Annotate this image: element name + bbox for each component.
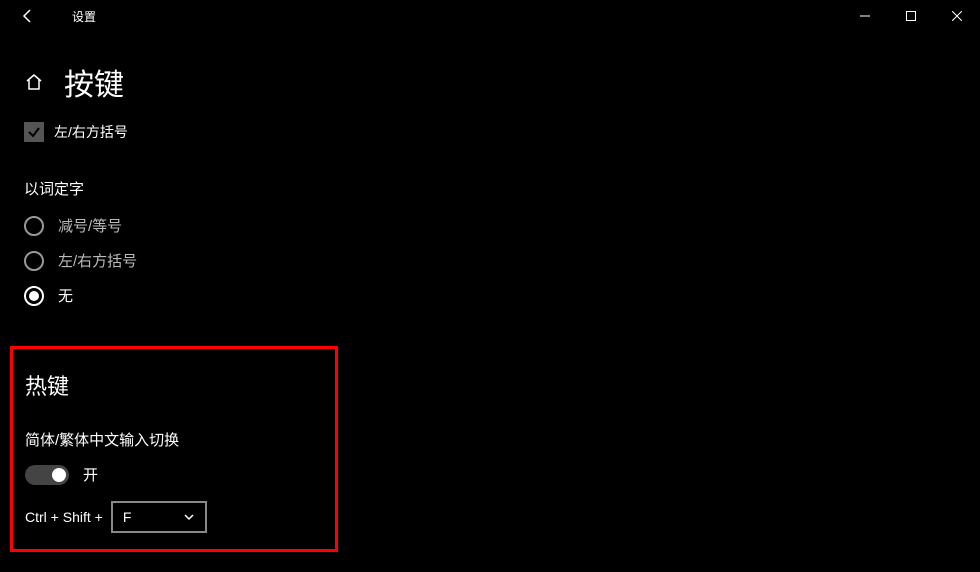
hotkey-dropdown[interactable]: F bbox=[111, 501, 207, 533]
radio-option-brackets[interactable]: 左/右方括号 bbox=[24, 250, 956, 271]
radio-option-minus-equals[interactable]: 减号/等号 bbox=[24, 215, 956, 236]
hotkey-section-title: 热键 bbox=[25, 369, 323, 401]
radio-label: 左/右方括号 bbox=[58, 250, 137, 271]
radio-option-none[interactable]: 无 bbox=[24, 285, 956, 306]
hotkey-section-highlight: 热键 简体/繁体中文输入切换 开 Ctrl + Shift + F bbox=[10, 346, 338, 552]
brackets-checkbox-row[interactable]: 左/右方括号 bbox=[24, 122, 956, 142]
radio-label: 减号/等号 bbox=[58, 215, 122, 236]
minimize-icon bbox=[860, 11, 870, 21]
chevron-down-icon bbox=[183, 511, 195, 523]
window-controls bbox=[842, 0, 980, 32]
switch-label: 简体/繁体中文输入切换 bbox=[25, 429, 323, 450]
word-select-label: 以词定字 bbox=[24, 178, 956, 199]
radio-label: 无 bbox=[58, 285, 73, 306]
radio-button[interactable] bbox=[24, 286, 44, 306]
page-title: 按键 bbox=[64, 60, 124, 104]
toggle-row: 开 bbox=[25, 464, 323, 485]
close-button[interactable] bbox=[934, 0, 980, 32]
home-icon[interactable] bbox=[24, 72, 44, 92]
minimize-button[interactable] bbox=[842, 0, 888, 32]
toggle-knob bbox=[52, 468, 66, 482]
radio-button[interactable] bbox=[24, 216, 44, 236]
check-icon bbox=[27, 125, 41, 139]
maximize-icon bbox=[906, 11, 916, 21]
page-header: 按键 bbox=[24, 60, 956, 104]
toggle-state-label: 开 bbox=[83, 464, 98, 485]
hotkey-combo-row: Ctrl + Shift + F bbox=[25, 501, 323, 533]
hotkey-prefix: Ctrl + Shift + bbox=[25, 509, 103, 525]
switch-toggle[interactable] bbox=[25, 465, 69, 485]
titlebar: 设置 bbox=[0, 0, 980, 32]
radio-button[interactable] bbox=[24, 251, 44, 271]
word-select-radio-group: 减号/等号 左/右方括号 无 bbox=[24, 215, 956, 306]
close-icon bbox=[952, 11, 962, 21]
content-area: 按键 左/右方括号 以词定字 减号/等号 左/右方括号 无 热键 简体/繁体中文… bbox=[0, 32, 980, 552]
back-button[interactable] bbox=[12, 0, 44, 32]
maximize-button[interactable] bbox=[888, 0, 934, 32]
brackets-checkbox-label: 左/右方括号 bbox=[54, 122, 128, 142]
back-arrow-icon bbox=[20, 8, 36, 24]
brackets-checkbox[interactable] bbox=[24, 122, 44, 142]
window-title: 设置 bbox=[72, 8, 96, 25]
dropdown-value: F bbox=[123, 509, 183, 525]
